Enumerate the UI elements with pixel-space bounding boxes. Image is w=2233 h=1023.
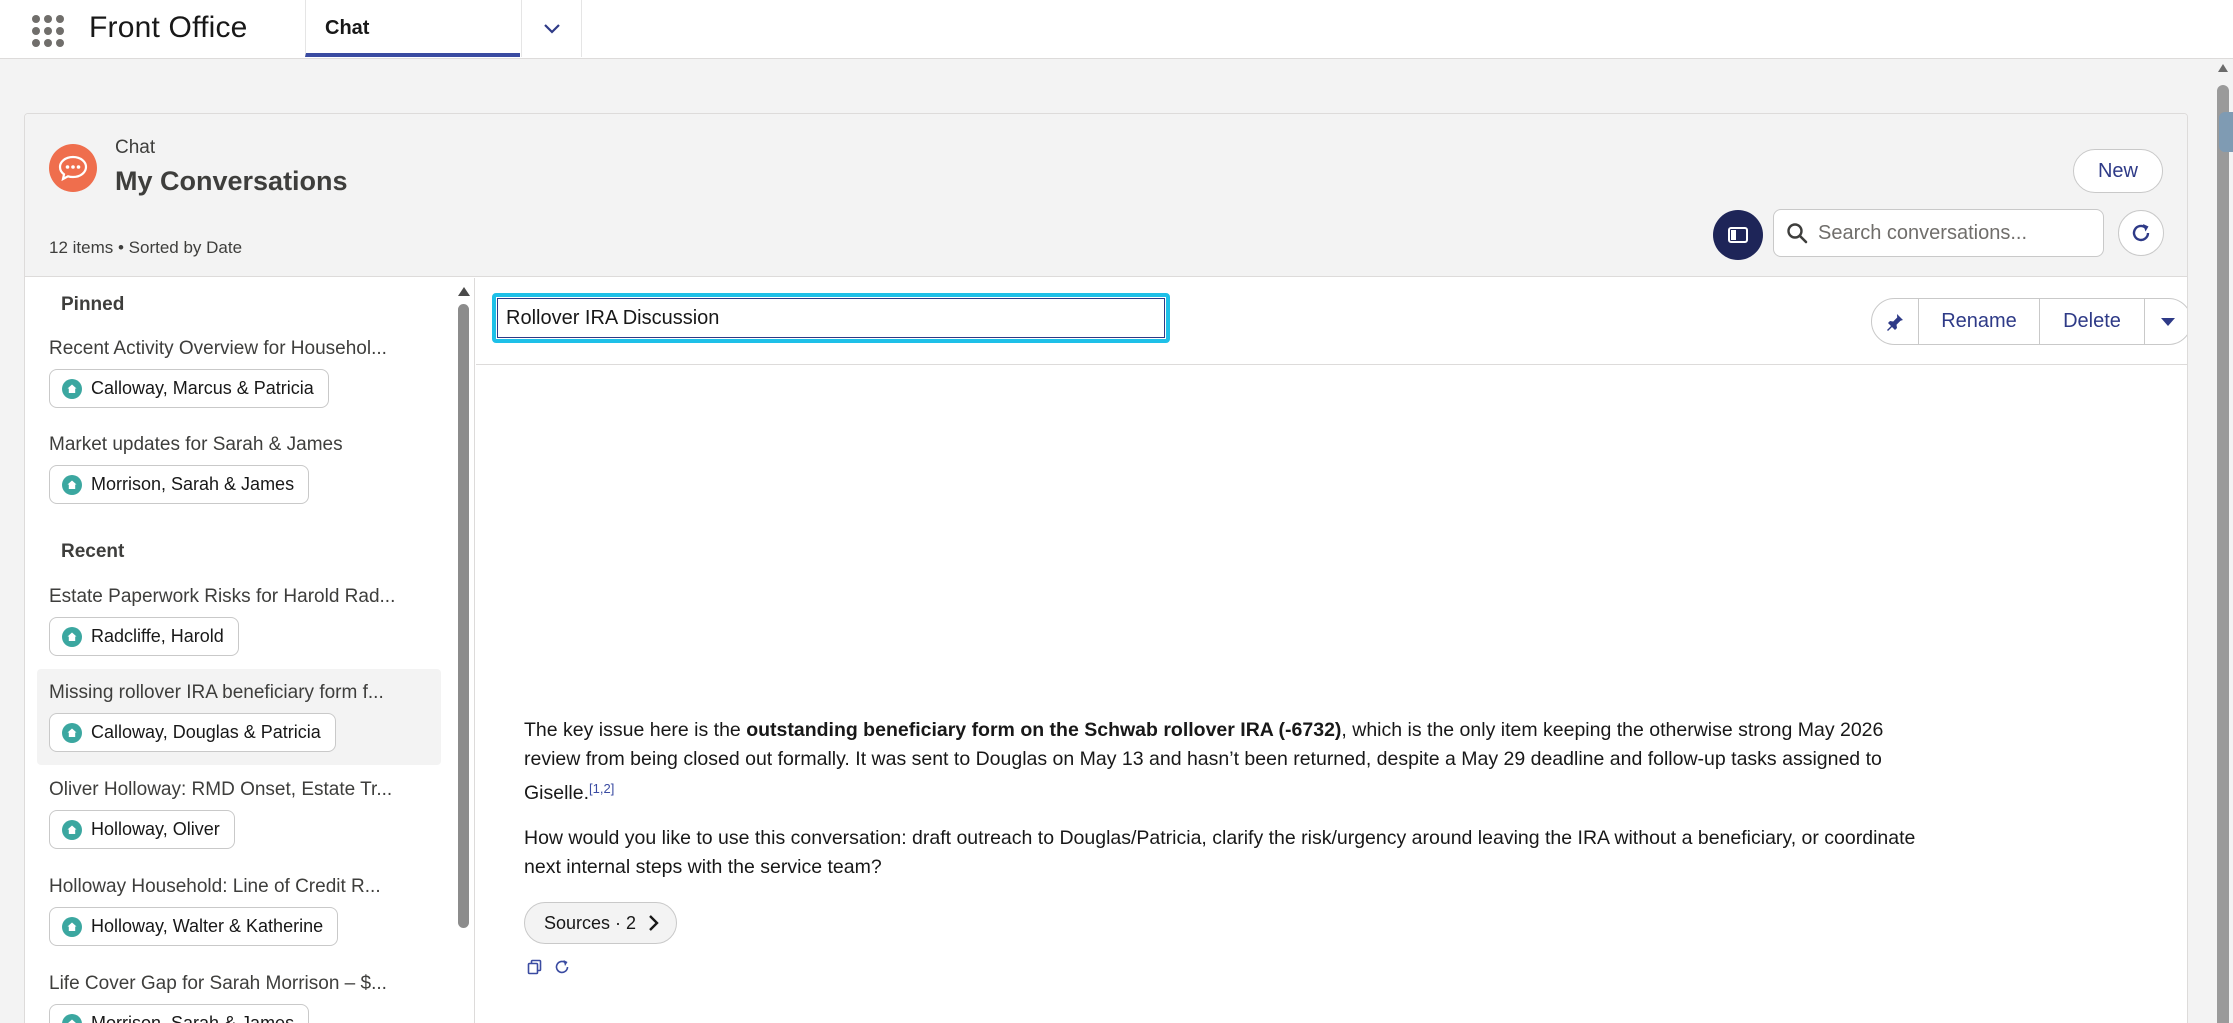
pin-button[interactable]: [1871, 298, 1919, 345]
conversation-toolbar: Rename Delete: [476, 278, 2187, 365]
more-actions-button[interactable]: [2144, 298, 2187, 345]
tab-menu-button[interactable]: [521, 0, 582, 57]
scroll-up-arrow[interactable]: [2218, 64, 2228, 72]
conversation-title: Missing rollover IRA beneficiary form f.…: [49, 682, 384, 703]
chevron-right-icon: [649, 915, 659, 931]
conversation-title: Holloway Household: Line of Credit R...: [49, 876, 381, 897]
conversations-card: Chat My Conversations 12 items • Sorted …: [24, 113, 2188, 1023]
assistant-message: The key issue here is the outstanding be…: [524, 716, 1944, 898]
side-panel-handle[interactable]: [2219, 112, 2233, 152]
household-icon: [62, 474, 82, 495]
scrollbar-thumb[interactable]: [458, 304, 469, 928]
regenerate-icon[interactable]: [553, 958, 571, 976]
scrollbar-thumb[interactable]: [2217, 85, 2229, 1023]
household-pill[interactable]: Holloway, Walter & Katherine: [49, 907, 339, 946]
conversation-title-input[interactable]: [492, 293, 1170, 343]
sources-button[interactable]: Sources · 2: [524, 902, 677, 944]
household-name: Calloway, Marcus & Patricia: [91, 378, 314, 398]
message-paragraph: The key issue here is the outstanding be…: [524, 716, 1944, 808]
household-icon: [62, 1013, 82, 1023]
conversation-title: Oliver Holloway: RMD Onset, Estate Tr...: [49, 779, 393, 800]
recent-section-label: Recent: [61, 541, 125, 562]
household-name: Morrison, Sarah & James: [91, 1013, 295, 1023]
household-icon: [62, 626, 82, 647]
rename-button[interactable]: Rename: [1918, 298, 2040, 345]
conversation-list: Pinned Recent Activity Overview for Hous…: [25, 278, 475, 1023]
header-eyebrow: Chat: [115, 137, 156, 158]
global-header: Front Office Chat: [0, 0, 2233, 59]
pinned-section-label: Pinned: [61, 294, 125, 315]
conversation-actions: Rename Delete: [1871, 298, 2187, 345]
scroll-up-arrow[interactable]: [458, 287, 470, 296]
copy-icon[interactable]: [526, 958, 544, 976]
toggle-sidebar-button[interactable]: [1713, 210, 1763, 260]
conversation-item[interactable]: Holloway Household: Line of Credit R... …: [37, 863, 441, 959]
household-pill[interactable]: Calloway, Marcus & Patricia: [49, 369, 329, 408]
citation-link[interactable]: [1,2]: [589, 781, 614, 796]
household-icon: [62, 916, 82, 937]
pin-icon: [1887, 313, 1903, 331]
chevron-down-icon: [2161, 317, 2175, 326]
conversation-item[interactable]: Estate Paperwork Risks for Harold Rad...…: [37, 573, 441, 669]
conversation-item[interactable]: Oliver Holloway: RMD Onset, Estate Tr...…: [37, 766, 441, 862]
conversation-title: Estate Paperwork Risks for Harold Rad...: [49, 586, 396, 607]
household-pill[interactable]: Morrison, Sarah & James: [49, 1004, 310, 1023]
household-pill[interactable]: Calloway, Douglas & Patricia: [49, 713, 336, 752]
app-launcher-icon[interactable]: [30, 13, 66, 49]
household-name: Radcliffe, Harold: [91, 626, 224, 646]
household-name: Holloway, Walter & Katherine: [91, 916, 324, 936]
chat-icon: [49, 144, 97, 192]
conversation-item-selected[interactable]: Missing rollover IRA beneficiary form f.…: [37, 669, 441, 765]
sources-label: Sources · 2: [544, 912, 637, 933]
search-input[interactable]: [1818, 221, 2078, 245]
household-icon: [62, 819, 82, 840]
conversation-title: Recent Activity Overview for Househol...: [49, 338, 387, 359]
household-name: Calloway, Douglas & Patricia: [91, 722, 321, 742]
refresh-button[interactable]: [2118, 210, 2164, 256]
conversation-item[interactable]: Market updates for Sarah & James Morriso…: [37, 421, 441, 517]
conversation-item[interactable]: Recent Activity Overview for Househol...…: [37, 325, 441, 421]
app-name: Front Office: [89, 11, 248, 44]
card-header: Chat My Conversations 12 items • Sorted …: [25, 114, 2187, 277]
message-paragraph: How would you like to use this conversat…: [524, 827, 1916, 878]
message-text: The key issue here is the: [524, 719, 747, 741]
refresh-icon: [2132, 224, 2150, 242]
household-icon: [62, 378, 82, 399]
chevron-down-icon: [543, 23, 560, 34]
message-actions: [526, 958, 580, 976]
list-meta: 12 items • Sorted by Date: [49, 238, 243, 257]
household-pill[interactable]: Morrison, Sarah & James: [49, 465, 310, 504]
message-emphasis: outstanding beneficiary form on the Schw…: [746, 719, 1342, 741]
conversation-title: Life Cover Gap for Sarah Morrison – $...: [49, 973, 387, 994]
household-name: Holloway, Oliver: [91, 819, 220, 839]
sidebar-scrollbar[interactable]: [453, 278, 473, 1023]
panel-toggle-icon: [1728, 227, 1748, 243]
household-pill[interactable]: Holloway, Oliver: [49, 810, 235, 849]
conversation-item[interactable]: Life Cover Gap for Sarah Morrison – $...…: [37, 960, 441, 1023]
tab-chat[interactable]: Chat: [305, 0, 520, 57]
search-box: [1773, 209, 2104, 257]
search-icon: [1787, 223, 1808, 244]
household-pill[interactable]: Radcliffe, Harold: [49, 617, 239, 656]
household-icon: [62, 722, 82, 743]
conversation-title: Market updates for Sarah & James: [49, 434, 343, 455]
household-name: Morrison, Sarah & James: [91, 474, 295, 494]
page-title: My Conversations: [115, 166, 348, 196]
conversation-panel: Rename Delete The key issue here is the …: [476, 278, 2187, 1023]
delete-button[interactable]: Delete: [2039, 298, 2145, 345]
page-scrollbar[interactable]: [2213, 60, 2233, 1023]
new-conversation-button[interactable]: New: [2073, 149, 2163, 193]
